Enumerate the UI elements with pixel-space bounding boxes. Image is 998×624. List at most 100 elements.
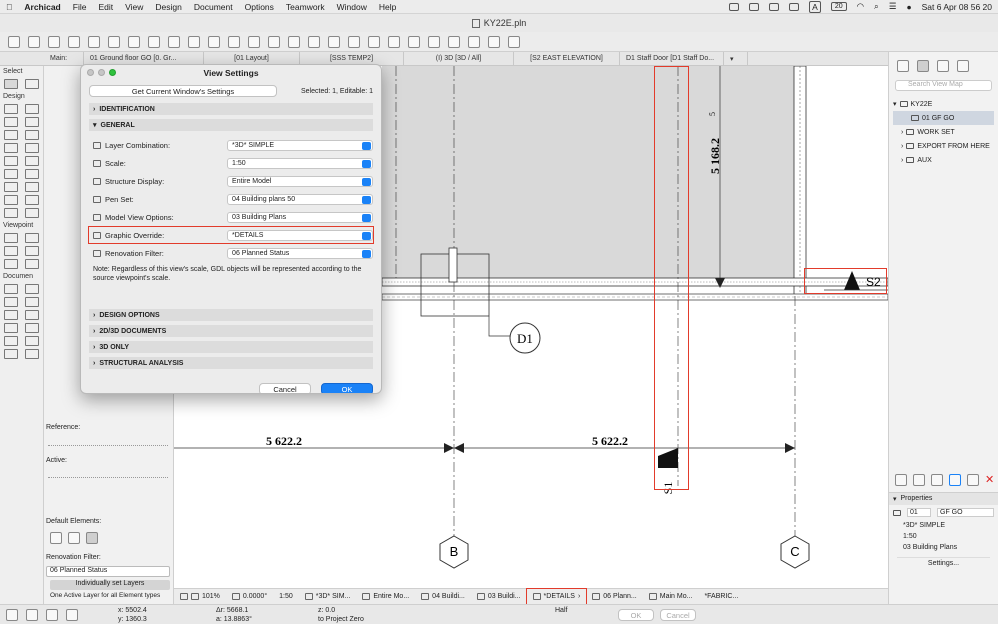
hotspot-tool-icon[interactable] — [25, 349, 39, 359]
coord-x[interactable]: x: 5502.4 — [118, 607, 147, 614]
control-center-icon[interactable]: ☰ — [889, 1, 897, 12]
tab-3d[interactable]: (I) 3D [3D / All] — [404, 51, 514, 66]
element-default-3-icon[interactable] — [86, 532, 98, 544]
quick-layer-combination[interactable]: *3D* SIM... — [299, 589, 357, 605]
elevation-tool-icon[interactable] — [25, 233, 39, 243]
active-slider[interactable] — [48, 470, 168, 478]
section-identification[interactable]: › IDENTIFICATION — [89, 103, 373, 115]
properties-settings-button[interactable]: Settings... — [897, 557, 990, 569]
zoom-window-icon[interactable] — [109, 69, 116, 76]
align-icon[interactable] — [288, 35, 300, 48]
opening-tool-icon[interactable] — [25, 208, 39, 218]
section-design-options[interactable]: › DESIGN OPTIONS — [89, 309, 373, 321]
display-icon[interactable] — [789, 2, 800, 11]
coord-y[interactable]: y: 1360.3 — [118, 616, 147, 623]
clone-icon[interactable] — [931, 473, 943, 486]
menu-teamwork[interactable]: Teamwork — [286, 2, 325, 12]
line-tool-icon[interactable] — [148, 35, 160, 48]
coord-a[interactable]: a: 13.8863° — [216, 616, 252, 623]
quick-scale[interactable]: 1:50 — [273, 589, 299, 605]
syringe-icon[interactable] — [108, 35, 120, 48]
section-tool-icon[interactable] — [4, 233, 18, 243]
skylight-tool-icon[interactable] — [25, 130, 39, 140]
menu-app[interactable]: Archicad — [24, 2, 60, 12]
line-doc-tool-icon[interactable] — [25, 323, 39, 333]
flag-icon[interactable] — [388, 35, 400, 48]
coord-dr[interactable]: Δr: 5668.1 — [216, 607, 248, 614]
input-source-letter[interactable]: A — [809, 0, 821, 13]
publisher-sets-icon[interactable] — [957, 60, 969, 72]
play-icon[interactable] — [729, 2, 740, 11]
section-icon[interactable] — [408, 35, 420, 48]
delete-icon[interactable]: ✕ — [985, 473, 994, 486]
layer-icon[interactable] — [68, 35, 80, 48]
search-icon[interactable]: ⌕ — [874, 1, 879, 12]
angle-dimension-tool-icon[interactable] — [25, 297, 39, 307]
menu-edit[interactable]: Edit — [98, 2, 113, 12]
quick-model-view-options[interactable]: 03 Buildi... — [471, 589, 527, 605]
element-default-1-icon[interactable] — [50, 532, 62, 544]
dimension-tool-icon[interactable] — [4, 284, 18, 294]
grid-icon[interactable] — [188, 35, 200, 48]
undo-icon[interactable] — [8, 35, 20, 48]
mesh-tool-icon[interactable] — [4, 208, 18, 218]
view-map-folder-export[interactable]: › EXPORT FROM HERE — [893, 139, 994, 153]
view-3d-icon[interactable] — [348, 35, 360, 48]
stair-tool-icon[interactable] — [4, 156, 18, 166]
coord-cancel-button[interactable]: Cancel — [660, 609, 696, 621]
section-3d-only[interactable]: › 3D ONLY — [89, 341, 373, 353]
section-structural-analysis[interactable]: › STRUCTURAL ANALYSIS — [89, 357, 373, 369]
renovation-filter-select[interactable]: 06 Planned Status — [227, 247, 373, 259]
clock-icon[interactable] — [769, 2, 780, 11]
arrow-tool-icon[interactable] — [4, 79, 18, 89]
structure-display-select[interactable]: Entire Model — [227, 175, 373, 187]
column-tool-icon[interactable] — [4, 117, 18, 127]
selection-icon[interactable] — [48, 35, 60, 48]
menu-help[interactable]: Help — [379, 2, 396, 12]
lamp-tool-icon[interactable] — [25, 195, 39, 205]
view-map-icon[interactable] — [917, 60, 929, 72]
shell-tool-icon[interactable] — [25, 169, 39, 179]
wall-tool-icon[interactable] — [4, 104, 18, 114]
group-icon[interactable] — [248, 35, 260, 48]
apple-icon[interactable]:  — [6, 2, 12, 12]
railing-tool-icon[interactable] — [25, 156, 39, 166]
tab-d1-staff-door[interactable]: D1 Staff Door [D1 Staff Do... — [620, 51, 724, 66]
roof-tool-icon[interactable] — [25, 143, 39, 153]
scale-select[interactable]: 1:50 — [227, 157, 373, 169]
split-icon[interactable] — [228, 35, 240, 48]
individually-set-layers-button[interactable]: Individually set Layers — [50, 580, 170, 590]
menu-design[interactable]: Design — [155, 2, 181, 12]
change-tool-icon[interactable] — [25, 259, 39, 269]
get-current-settings-button[interactable]: Get Current Window's Settings — [89, 85, 277, 97]
close-window-icon[interactable] — [87, 69, 94, 76]
slab-tool-icon[interactable] — [4, 143, 18, 153]
tracker-icon[interactable] — [26, 609, 38, 621]
clock-text[interactable]: Sat 6 Apr 08 56 20 — [922, 2, 992, 12]
model-view-options-select[interactable]: 03 Building Plans — [227, 211, 373, 223]
save-view-icon[interactable] — [913, 473, 925, 486]
properties-id[interactable]: 01 — [907, 508, 931, 517]
eyedropper-icon[interactable] — [88, 35, 100, 48]
delta-icon[interactable] — [66, 609, 78, 621]
half-option[interactable]: Half — [555, 607, 567, 614]
lock-icon[interactable] — [268, 35, 280, 48]
quick-angle[interactable]: 0.0000° — [226, 589, 273, 605]
quick-main-model[interactable]: Main Mo... — [643, 589, 699, 605]
graphic-override-select[interactable]: *DETAILS — [227, 229, 373, 241]
view-map-folder-work-set[interactable]: › WORK SET — [893, 125, 994, 139]
layout-icon[interactable] — [967, 473, 979, 486]
circle-tool-icon[interactable] — [4, 336, 18, 346]
reference-slider[interactable] — [48, 438, 168, 446]
morph-tool-icon[interactable] — [4, 182, 18, 192]
interior-elevation-tool-icon[interactable] — [4, 246, 18, 256]
menu-view[interactable]: View — [125, 2, 143, 12]
spline-tool-icon[interactable] — [4, 349, 18, 359]
battery-level[interactable]: 20 — [830, 2, 847, 11]
section-2d3d-documents[interactable]: › 2D/3D DOCUMENTS — [89, 325, 373, 337]
quick-zoom[interactable]: 101% — [174, 589, 226, 605]
pen-set-select[interactable]: 04 Building plans 50 — [227, 193, 373, 205]
zone-tool-icon[interactable] — [4, 195, 18, 205]
minimize-window-icon[interactable] — [98, 69, 105, 76]
tab-s2-elevation[interactable]: [S2 EAST ELEVATION] — [514, 51, 620, 66]
